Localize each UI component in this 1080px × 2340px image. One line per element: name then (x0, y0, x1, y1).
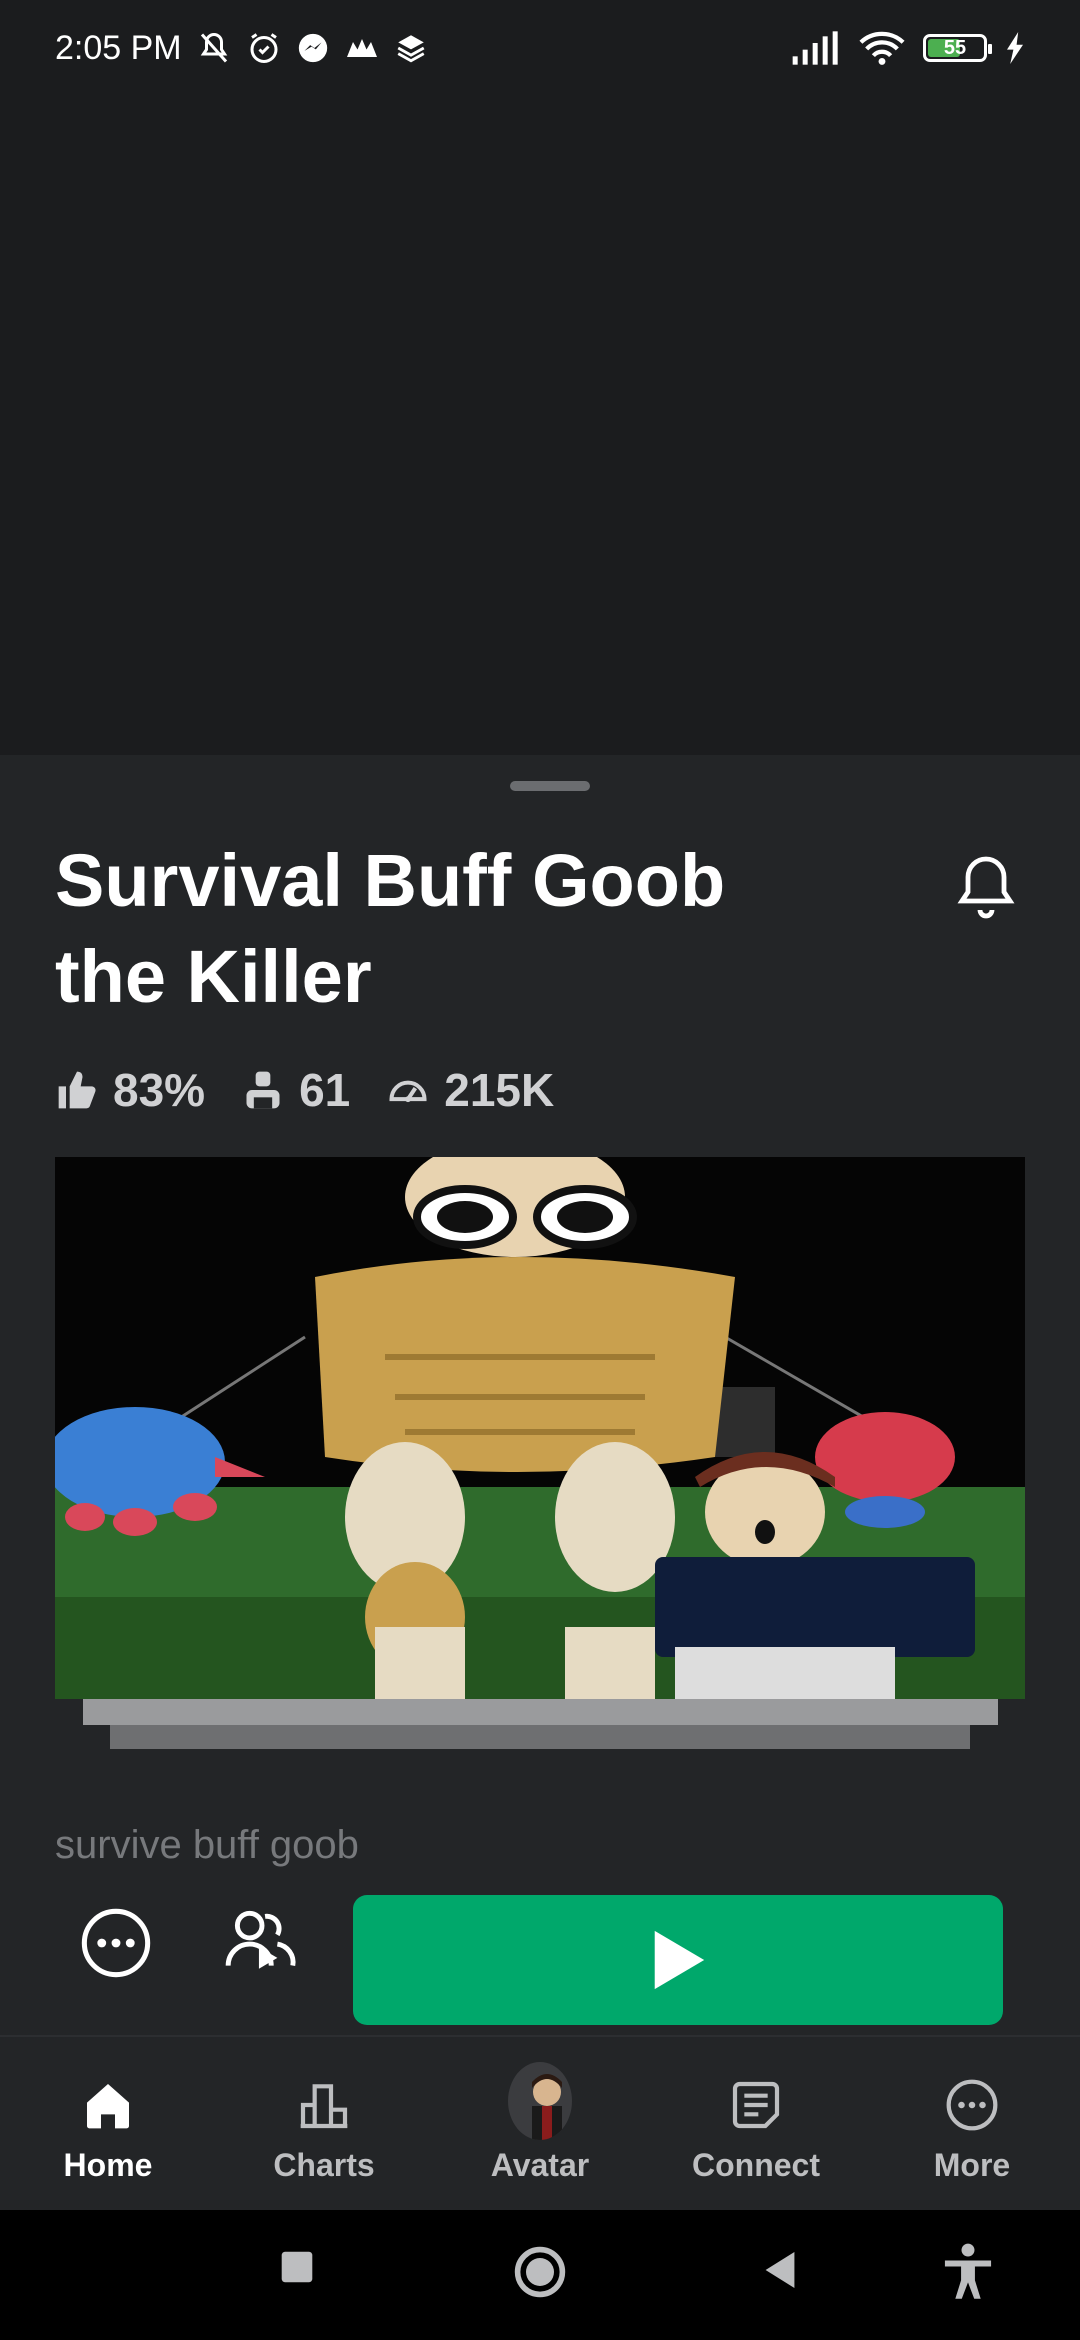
bottom-nav: Home Charts Avatar Connect More (0, 2035, 1080, 2210)
system-nav-bar (0, 2210, 1080, 2340)
nav-home-label: Home (63, 2147, 153, 2183)
recents-icon[interactable] (280, 2250, 314, 2284)
speedometer-icon (389, 1080, 427, 1103)
game-details-sheet: Survival Buff Goob the Killer 83% 61 215… (0, 755, 1080, 2035)
play-button[interactable] (353, 1895, 1003, 2025)
avatar (508, 2062, 572, 2140)
app-notification-icon (346, 39, 377, 57)
layers-icon (397, 35, 425, 63)
nav-connect-label: Connect (692, 2147, 820, 2183)
play-with-friends-icon[interactable] (222, 1903, 302, 1979)
players-value: 61 (299, 1064, 351, 1116)
home-circle-icon[interactable] (512, 2244, 568, 2300)
charging-icon (1007, 32, 1023, 64)
nav-avatar[interactable]: Avatar (432, 2037, 648, 2210)
rating-value: 83% (113, 1064, 206, 1116)
notification-bell-icon[interactable] (950, 850, 1022, 922)
wifi-icon (859, 31, 905, 65)
nav-more[interactable]: More (864, 2037, 1080, 2210)
rating-stat: 83% (55, 1063, 205, 1117)
status-bar: 2:05 PM 55 (0, 0, 1080, 96)
nav-charts[interactable]: Charts (216, 2037, 432, 2210)
nav-more-label: More (933, 2147, 1011, 2183)
charts-icon (300, 2084, 348, 2129)
game-title: Survival Buff Goob the Killer (55, 839, 726, 1018)
carousel-indicator-shadow (110, 1725, 970, 1749)
players-stat: 61 (241, 1063, 350, 1117)
action-row (0, 1875, 1080, 2035)
play-icon (654, 1930, 705, 1990)
sheet-drag-handle[interactable] (510, 781, 590, 791)
alarm-icon (250, 33, 278, 63)
mute-bell-icon (200, 32, 227, 63)
nav-avatar-label: Avatar (490, 2147, 590, 2183)
carousel-indicator (83, 1699, 998, 1725)
status-time: 2:05 PM (55, 28, 182, 67)
nav-charts-label: Charts (273, 2147, 375, 2183)
nav-home[interactable]: Home (0, 2037, 216, 2210)
thumbs-up-icon (58, 1071, 96, 1109)
visits-value: 215K (444, 1064, 555, 1116)
thumbnail-image (55, 1157, 1025, 1699)
back-icon[interactable] (762, 2250, 798, 2290)
battery-level: 55 (943, 36, 967, 59)
more-icon (946, 2079, 998, 2131)
more-options-icon[interactable] (78, 1905, 154, 1981)
accessibility-icon[interactable] (940, 2242, 996, 2302)
visits-stat: 215K (386, 1063, 554, 1117)
battery-indicator: 55 (923, 34, 992, 62)
game-thumbnail[interactable] (55, 1157, 1025, 1699)
player-icon (246, 1071, 280, 1109)
game-description: survive buff goob (55, 1823, 359, 1867)
game-stats: 83% 61 215K (55, 1060, 590, 1120)
home-icon (87, 2084, 129, 2129)
nav-connect[interactable]: Connect (648, 2037, 864, 2210)
signal-icon (792, 31, 838, 65)
connect-icon (732, 2081, 780, 2129)
messenger-icon (298, 33, 327, 63)
